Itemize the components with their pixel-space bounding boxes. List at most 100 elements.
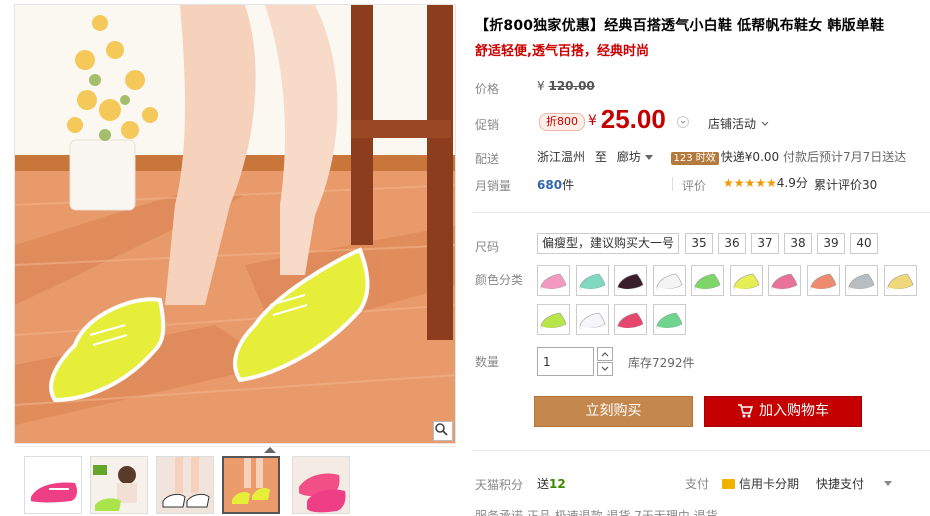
destination-dropdown-icon[interactable]	[644, 155, 653, 160]
shoe-icon	[810, 273, 836, 291]
color-swatch-grey[interactable]	[845, 265, 878, 296]
quick-pay[interactable]: 快捷支付	[816, 475, 864, 492]
promo-tag: 折800	[539, 113, 585, 131]
shipping-label: 配送	[475, 152, 500, 166]
promo-price-currency: ¥	[588, 113, 597, 129]
size-option-39[interactable]: 39	[817, 233, 845, 254]
tmall-points: 送12	[537, 475, 566, 492]
color-swatch-mint[interactable]	[575, 265, 609, 296]
thumbnail-4-active[interactable]	[222, 456, 280, 514]
credit-card-icon	[722, 479, 735, 489]
price-label: 价格	[475, 82, 500, 96]
product-info-panel: 【折800独家优惠】经典百搭透气小白鞋 低帮帆布鞋女 韩版单鞋 舒适轻便,透气百…	[472, 0, 930, 516]
size-option-36[interactable]: 36	[718, 233, 746, 254]
main-product-image[interactable]	[14, 4, 456, 444]
shipping-info: 浙江温州 至 廊坊 123 时效 快递¥0.00 付款后预计7月7日送达	[537, 148, 906, 165]
cart-icon	[738, 404, 754, 418]
divider	[472, 450, 930, 451]
price-detail-chevron-icon[interactable]	[677, 116, 689, 128]
size-option-37[interactable]: 37	[751, 233, 779, 254]
color-swatch-pink-white[interactable]	[537, 265, 570, 296]
quantity-input[interactable]: 1	[537, 347, 594, 376]
color-label: 颜色分类	[475, 273, 524, 287]
shop-activity-label: 店铺活动	[708, 117, 757, 131]
shoe-icon	[617, 273, 644, 291]
color-swatch-hot-pink[interactable]	[614, 304, 647, 335]
thumbnail-2[interactable]	[90, 456, 148, 514]
original-price-value: 120.00	[548, 79, 595, 93]
delivery-time-badge: 123 时效	[670, 152, 719, 165]
color-swatch-yellow[interactable]	[729, 265, 763, 296]
color-swatch-coral[interactable]	[806, 265, 840, 296]
color-swatch-beige-yellow[interactable]	[883, 265, 917, 296]
add-to-cart-label: 加入购物车	[759, 403, 829, 419]
monthly-sales-label: 月销量	[475, 179, 512, 193]
color-swatch-green[interactable]	[691, 265, 724, 296]
color-swatch-black-red[interactable]	[614, 265, 647, 296]
promo-price: ¥ 25.00	[588, 104, 666, 135]
product-subtitle: 舒适轻便,透气百搭，经典时尚	[475, 44, 649, 59]
credit-card-installment-label: 信用卡分期	[739, 477, 800, 491]
quantity-label: 数量	[475, 355, 500, 369]
color-swatch-lime[interactable]	[537, 304, 570, 335]
service-promise-row: 服务承诺 正品 极速退款 退货 7天无理由 退货	[475, 509, 718, 516]
monthly-sales-unit: 件	[562, 178, 575, 192]
shipping-fee: 快递¥0.00	[720, 150, 780, 164]
shoe-icon	[887, 273, 913, 291]
monthly-sales: 680件	[537, 176, 574, 193]
size-option-38[interactable]: 38	[784, 233, 812, 254]
thumbnail-5[interactable]	[292, 456, 350, 514]
payment-dropdown-icon[interactable]	[884, 481, 892, 486]
rating: ★★★★★4.9分	[723, 174, 808, 191]
quantity-increase-button[interactable]	[597, 347, 613, 361]
rating-score: 4.9分	[776, 176, 808, 190]
ship-destination[interactable]: 廊坊	[617, 150, 641, 164]
shoe-icon	[656, 312, 682, 330]
ship-from: 浙江温州	[537, 150, 586, 164]
original-price-currency: ¥	[537, 79, 545, 93]
promo-price-value: 25.00	[600, 104, 666, 134]
thumbnail-1[interactable]	[24, 456, 82, 514]
shoe-icon	[540, 273, 567, 291]
thumbnail-3[interactable]	[156, 456, 214, 514]
shoe-icon	[579, 312, 605, 330]
shoe-icon	[540, 312, 567, 330]
tmall-points-label: 天猫积分	[475, 478, 524, 492]
chevron-up-icon	[601, 352, 609, 357]
points-value: 12	[549, 477, 566, 491]
payment-label: 支付	[685, 477, 710, 491]
chevron-down-icon	[761, 121, 769, 126]
credit-card-installment[interactable]: 信用卡分期	[722, 475, 799, 492]
size-option-40[interactable]: 40	[850, 233, 878, 254]
delivery-eta: 付款后预计7月7日送达	[782, 150, 907, 164]
size-option-35[interactable]: 35	[685, 233, 713, 254]
color-swatch-mint-green[interactable]	[652, 304, 686, 335]
points-prefix: 送	[537, 477, 550, 491]
shoe-icon	[617, 312, 644, 330]
zoom-icon[interactable]	[433, 421, 453, 441]
color-swatch-rose[interactable]	[768, 265, 801, 296]
size-label: 尺码	[475, 240, 500, 254]
shoe-icon	[848, 273, 875, 291]
total-reviews-link[interactable]: 累计评价30	[814, 176, 877, 193]
shop-activity-dropdown[interactable]: 店铺活动	[708, 115, 770, 132]
size-option-fit-note[interactable]: 偏瘦型，建议购买大一号	[537, 233, 679, 254]
rating-label: 评价	[682, 179, 707, 193]
shoe-icon	[656, 273, 682, 291]
color-swatch-white-navy[interactable]	[575, 304, 609, 335]
add-to-cart-button[interactable]: 加入购物车	[704, 396, 862, 427]
rating-stars: ★★★★★	[723, 176, 777, 190]
stock-count: 库存7292件	[628, 356, 695, 370]
shoe-icon	[694, 273, 721, 291]
original-price: ¥ 120.00	[537, 79, 595, 93]
shoe-icon	[579, 273, 605, 291]
quantity-decrease-button[interactable]	[597, 362, 613, 376]
divider	[472, 212, 930, 213]
divider	[672, 177, 673, 191]
product-photo-illustration	[15, 5, 455, 443]
color-swatch-white[interactable]	[652, 265, 686, 296]
shoe-icon	[733, 273, 759, 291]
buy-now-label: 立刻购买	[585, 403, 642, 419]
shoe-icon	[771, 273, 798, 291]
buy-now-button[interactable]: 立刻购买	[534, 396, 693, 427]
